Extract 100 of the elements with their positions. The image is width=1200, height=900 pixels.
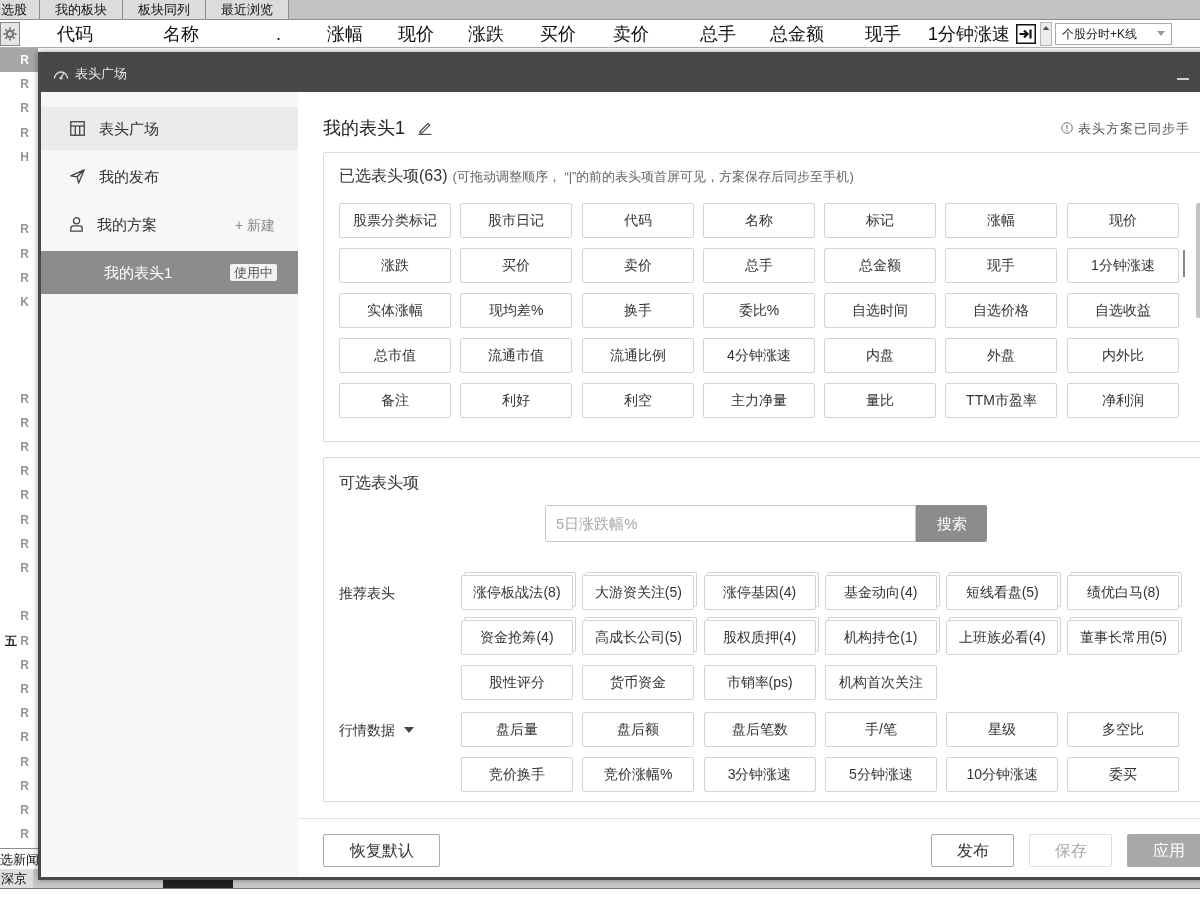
info-icon <box>1061 122 1073 134</box>
sidebar-item[interactable]: 我的表头1 使用中 <box>41 251 298 294</box>
column-chip[interactable]: 主力净量 <box>702 383 815 418</box>
column-set-chip[interactable]: 高成长公司(5) <box>582 620 695 655</box>
column-chip[interactable]: 利好 <box>460 383 573 418</box>
column-chip[interactable]: 多空比 <box>1067 712 1180 747</box>
column-chip[interactable]: 自选收益 <box>1066 293 1179 328</box>
column-header[interactable]: 名称 <box>163 24 199 43</box>
column-chip[interactable]: 委买 <box>1067 757 1180 792</box>
footer-button[interactable]: 恢复默认 <box>323 834 440 867</box>
column-set-chip[interactable]: 上班族必看(4) <box>946 620 1059 655</box>
column-chip[interactable]: 市销率(ps) <box>703 665 816 700</box>
column-chip[interactable]: 总手 <box>702 248 815 283</box>
column-chip[interactable]: 内盘 <box>824 338 937 373</box>
column-chip[interactable]: 自选时间 <box>824 293 937 328</box>
market-tab[interactable]: 深京 <box>0 869 33 888</box>
column-chip[interactable]: 4分钟涨速 <box>702 338 815 373</box>
sidebar-item[interactable]: 表头广场 <box>41 107 298 150</box>
column-chip[interactable]: 代码 <box>581 203 694 238</box>
view-dropdown[interactable]: 个股分时+K线 <box>1055 22 1172 45</box>
column-chip[interactable]: 流通比例 <box>581 338 694 373</box>
column-chip[interactable]: 实体涨幅 <box>339 293 451 328</box>
column-set-chip[interactable]: 机构持仓(1) <box>824 620 937 655</box>
column-chip[interactable]: 盘后笔数 <box>703 712 816 747</box>
column-chip[interactable]: 5分钟涨速 <box>824 757 937 792</box>
column-chip[interactable]: 现手 <box>945 248 1058 283</box>
arrow-to-bar-icon[interactable] <box>1016 23 1036 44</box>
column-header[interactable]: 卖价 <box>613 24 649 43</box>
column-chip[interactable]: 股票分类标记 <box>339 203 451 238</box>
column-chip[interactable]: 量比 <box>824 383 937 418</box>
row-marker: R <box>20 54 29 67</box>
column-chip[interactable]: 货币资金 <box>582 665 695 700</box>
column-set-chip[interactable]: 股权质押(4) <box>703 620 816 655</box>
column-chip[interactable]: 涨跌 <box>339 248 451 283</box>
column-chip[interactable]: 涨幅 <box>945 203 1058 238</box>
column-chip[interactable]: 机构首次关注 <box>824 665 937 700</box>
settings-icon[interactable] <box>0 21 20 46</box>
column-header[interactable]: 总手 <box>700 24 736 43</box>
column-chip[interactable]: 股性评分 <box>461 665 573 700</box>
column-set-chip[interactable]: 基金动向(4) <box>824 575 937 610</box>
pencil-icon[interactable] <box>418 121 432 135</box>
column-header[interactable]: 总金额 <box>770 24 824 43</box>
column-chip[interactable]: 流通市值 <box>460 338 573 373</box>
column-header[interactable]: 1分钟涨速 <box>928 24 1010 43</box>
column-chip[interactable]: 内外比 <box>1066 338 1179 373</box>
column-chip[interactable]: 10分钟涨速 <box>946 757 1059 792</box>
column-chip[interactable]: 名称 <box>702 203 815 238</box>
app-tab[interactable]: 最近浏览 <box>206 0 289 19</box>
column-set-chip[interactable]: 绩优白马(8) <box>1067 575 1180 610</box>
column-chip[interactable]: 现均差% <box>460 293 573 328</box>
news-tab[interactable]: 选新闻 <box>0 852 39 866</box>
column-chip[interactable]: 竞价换手 <box>461 757 573 792</box>
column-header[interactable]: . <box>276 24 281 43</box>
column-header[interactable]: 涨幅 <box>327 24 363 43</box>
column-chip[interactable]: 1分钟涨速 <box>1066 248 1179 283</box>
column-chip[interactable]: 卖价 <box>581 248 694 283</box>
group-label: 行情数据 <box>339 722 395 737</box>
column-chip[interactable]: 盘后量 <box>461 712 573 747</box>
row-marker: R <box>20 513 29 526</box>
app-tab[interactable]: 我的板块 <box>40 0 123 19</box>
column-chip[interactable]: 竞价涨幅% <box>582 757 695 792</box>
column-header[interactable]: 代码 <box>57 24 93 43</box>
sidebar-item[interactable]: 我的方案 + 新建 <box>41 203 298 246</box>
app-tab[interactable]: 板块同列 <box>123 0 206 19</box>
column-chip[interactable]: 自选价格 <box>945 293 1058 328</box>
column-set-chip[interactable]: 大游资关注(5) <box>582 575 695 610</box>
column-chip[interactable]: 委比% <box>702 293 815 328</box>
column-header[interactable]: 现手 <box>865 24 901 43</box>
search-field[interactable]: 5日涨跌幅% <box>545 505 916 542</box>
column-chip[interactable]: 手/笔 <box>824 712 937 747</box>
column-set-chip[interactable]: 资金抢筹(4) <box>461 620 573 655</box>
column-chip[interactable]: 3分钟涨速 <box>703 757 816 792</box>
column-set-chip[interactable]: 董事长常用(5) <box>1067 620 1180 655</box>
column-chip[interactable]: 利空 <box>581 383 694 418</box>
status-badge: 使用中 <box>230 264 277 281</box>
column-chip[interactable]: 现价 <box>1066 203 1179 238</box>
scrollbar[interactable] <box>1196 203 1200 318</box>
column-chip[interactable]: 股市日记 <box>460 203 573 238</box>
column-chip[interactable]: 总金额 <box>824 248 937 283</box>
column-chip[interactable]: 换手 <box>581 293 694 328</box>
footer-button[interactable]: 发布 <box>931 834 1014 867</box>
column-header[interactable]: 买价 <box>540 24 576 43</box>
column-set-chip[interactable]: 涨停基因(4) <box>703 575 816 610</box>
column-chip[interactable]: 净利润 <box>1066 383 1179 418</box>
column-chip[interactable]: TTM市盈率 <box>945 383 1058 418</box>
column-header[interactable]: 现价 <box>398 24 434 43</box>
app-tab[interactable]: 选股 <box>0 0 40 19</box>
column-set-chip[interactable]: 短线看盘(5) <box>946 575 1059 610</box>
column-header[interactable]: 涨跌 <box>468 24 504 43</box>
column-chip[interactable]: 备注 <box>339 383 451 418</box>
column-chip[interactable]: 标记 <box>824 203 937 238</box>
caret-icon[interactable] <box>404 726 414 733</box>
column-chip[interactable]: 星级 <box>946 712 1059 747</box>
column-chip[interactable]: 盘后额 <box>582 712 695 747</box>
column-chip[interactable]: 外盘 <box>945 338 1058 373</box>
minimize-icon[interactable] <box>1177 77 1189 80</box>
sidebar-item[interactable]: 我的发布 <box>41 155 298 198</box>
column-chip[interactable]: 总市值 <box>339 338 451 373</box>
column-chip[interactable]: 买价 <box>460 248 573 283</box>
column-set-chip[interactable]: 涨停板战法(8) <box>461 575 573 610</box>
